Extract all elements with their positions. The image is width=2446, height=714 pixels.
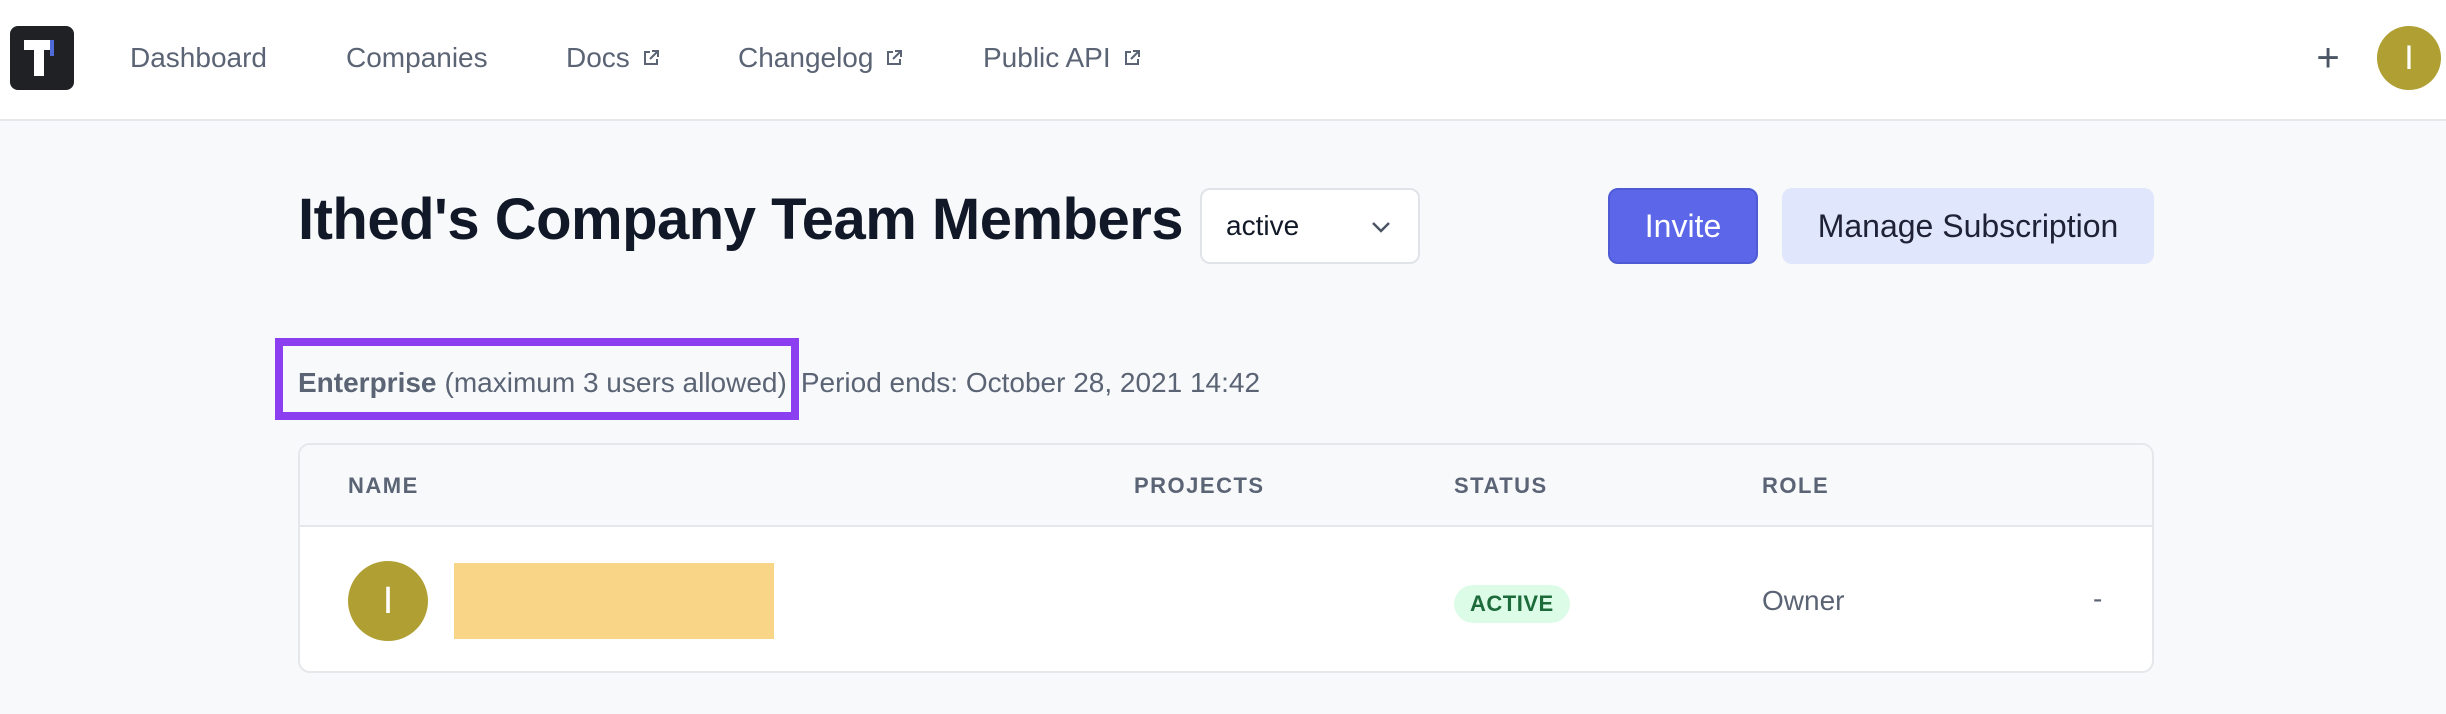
member-role: Owner — [1762, 585, 1845, 616]
page-title: Ithed's Company Team Members — [298, 187, 1184, 252]
row-action[interactable]: - — [2093, 583, 2102, 615]
member-name-redacted — [454, 563, 774, 639]
status-filter-value: active — [1226, 210, 1300, 241]
external-link-icon — [887, 50, 903, 65]
plan-limit: (maximum 3 users allowed) — [444, 367, 787, 398]
nav-item-docs[interactable]: Docs — [566, 40, 660, 76]
nav-item-changelog[interactable]: Changelog — [738, 40, 903, 76]
column-header-role: ROLE — [1762, 473, 1830, 498]
plan-name: Enterprise — [298, 367, 437, 398]
nav-item-dashboard[interactable]: Dashboard — [130, 40, 267, 76]
table-header: NAME PROJECTS STATUS ROLE — [300, 445, 2152, 527]
table-row: I ACTIVE Owner - — [300, 529, 2152, 671]
status-filter-select[interactable]: active — [1200, 188, 1420, 264]
nav-item-public-api[interactable]: Public API — [983, 40, 1141, 76]
column-header-projects: PROJECTS — [1134, 473, 1265, 498]
manage-subscription-button[interactable]: Manage Subscription — [1782, 188, 2154, 264]
nav-item-label: Public API — [983, 42, 1111, 73]
app-logo[interactable] — [10, 26, 74, 90]
top-navigation: Dashboard Companies Docs Changelog Publi… — [0, 0, 2446, 121]
nav-item-label: Companies — [346, 42, 488, 73]
status-badge: ACTIVE — [1454, 585, 1570, 623]
column-header-name: NAME — [348, 473, 419, 498]
nav-item-companies[interactable]: Companies — [346, 40, 488, 76]
invite-button[interactable]: Invite — [1608, 188, 1758, 264]
external-link-icon — [1124, 50, 1140, 65]
member-avatar: I — [348, 561, 428, 641]
chevron-down-icon — [1372, 222, 1390, 233]
members-table: NAME PROJECTS STATUS ROLE I ACTIVE Owner… — [298, 443, 2154, 673]
user-avatar[interactable]: I — [2377, 26, 2441, 90]
nav-item-label: Dashboard — [130, 42, 267, 73]
nav-item-label: Docs — [566, 42, 630, 73]
plan-period: Period ends: October 28, 2021 14:42 — [800, 367, 1261, 398]
add-button[interactable]: + — [2308, 32, 2348, 84]
external-link-icon — [643, 50, 659, 65]
column-header-status: STATUS — [1454, 473, 1548, 498]
nav-item-label: Changelog — [738, 42, 874, 73]
plan-info: Enterprise (maximum 3 users allowed) Per… — [298, 367, 1260, 399]
